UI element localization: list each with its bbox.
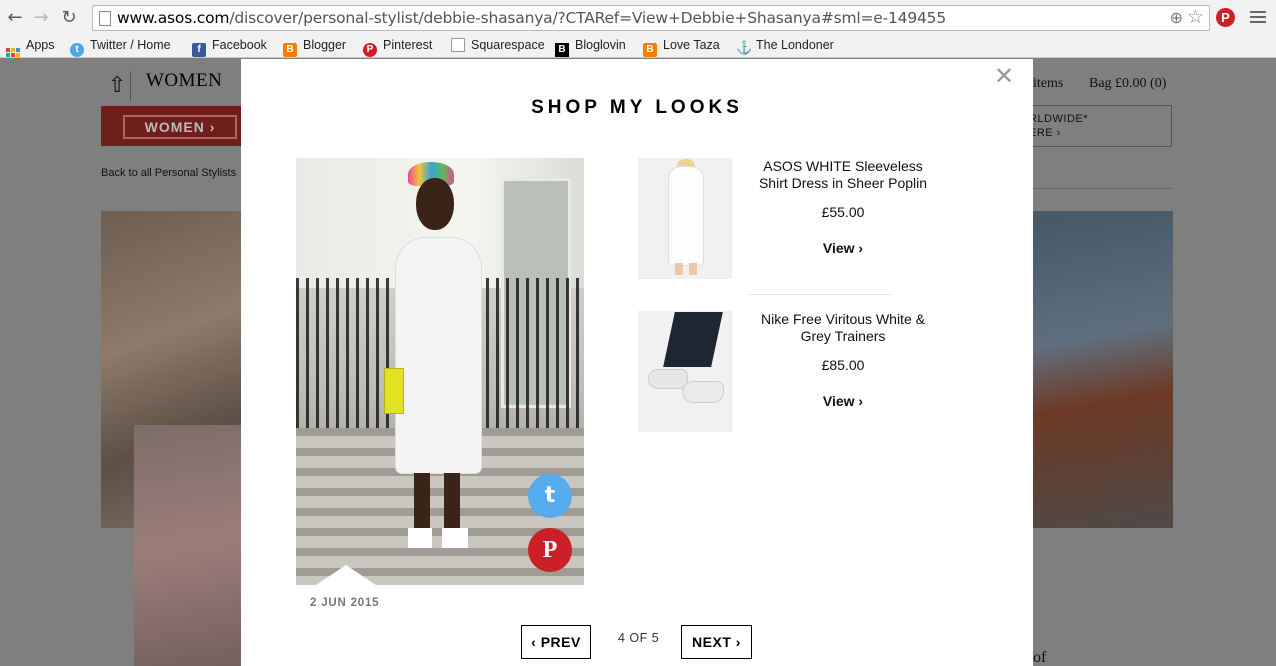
look-photo: t P	[296, 158, 584, 585]
twitter-share-icon[interactable]: t	[528, 474, 572, 518]
shop-my-looks-modal: ✕ SHOP MY LOOKS t P 2 JUN 2015 ASOS WHIT…	[241, 59, 1033, 666]
next-button[interactable]: NEXT ›	[681, 625, 752, 659]
stylist-look-photo[interactable]	[134, 425, 241, 666]
bookmark-facebook[interactable]: f Facebook	[192, 38, 267, 57]
facebook-icon: f	[192, 43, 206, 57]
saved-items-link[interactable]: items	[1033, 76, 1063, 92]
page-counter: 4 OF 5	[618, 631, 660, 645]
bookmark-blogger[interactable]: B Blogger	[283, 38, 346, 57]
bookmark-label: Squarespace	[471, 38, 545, 52]
modal-title: SHOP MY LOOKS	[531, 97, 743, 118]
product-price: £85.00	[821, 357, 865, 373]
bookmark-the-londoner[interactable]: ⚓ The Londoner	[736, 38, 834, 55]
back-to-stylists-link[interactable]: Back to all Personal Stylists	[101, 167, 236, 179]
view-product-button[interactable]: View ›	[823, 393, 863, 409]
bag-link[interactable]: Bag £0.00 (0)	[1089, 76, 1166, 92]
pinterest-share-icon[interactable]: P	[528, 528, 572, 572]
blogger-icon: B	[643, 43, 657, 57]
browser-menu-icon[interactable]	[1250, 8, 1266, 26]
women-button[interactable]: WOMEN ›	[123, 115, 237, 139]
browser-chrome: ← → ↻ www.asos.com/discover/personal-sty…	[0, 0, 1276, 62]
bookmark-twitter[interactable]: t Twitter / Home	[70, 38, 171, 57]
url-domain: www.asos.com	[117, 9, 230, 27]
bookmark-label: The Londoner	[756, 38, 834, 52]
url-path: /discover/personal-stylist/debbie-shasan…	[229, 9, 946, 27]
bookmark-love-taza[interactable]: B Love Taza	[643, 38, 720, 57]
close-icon[interactable]: ✕	[994, 63, 1014, 89]
prev-button[interactable]: ‹ PREV	[521, 625, 591, 659]
product-item: ASOS WHITE Sleeveless Shirt Dress in She…	[638, 158, 938, 279]
trailing-text: of	[1033, 649, 1047, 666]
bookmark-label: Bloglovin	[575, 38, 626, 52]
product-thumbnail[interactable]	[638, 158, 732, 279]
bookmark-label: Twitter / Home	[90, 38, 171, 52]
women-banner[interactable]: WOMEN ›	[101, 106, 241, 146]
bookmark-squarespace[interactable]: Squarespace	[451, 38, 545, 52]
address-bar[interactable]: www.asos.com/discover/personal-stylist/d…	[92, 5, 1210, 31]
product-item: Nike Free Viritous White & Grey Trainers…	[638, 311, 938, 432]
bookmarks-bar: Apps t Twitter / Home f Facebook B Blogger …	[0, 36, 1276, 62]
look-date: 2 JUN 2015	[310, 597, 380, 609]
worldwide-line-1: RLDWIDE*	[1029, 113, 1089, 125]
product-name[interactable]: ASOS WHITE Sleeveless Shirt Dress in She…	[748, 158, 938, 192]
nav-divider	[130, 71, 131, 101]
worldwide-line-2: ERE ›	[1029, 127, 1061, 139]
pinterest-icon: P	[363, 43, 377, 57]
product-divider	[749, 294, 891, 295]
back-arrow-icon[interactable]: ←	[4, 7, 26, 29]
bookmark-label: Love Taza	[663, 38, 720, 52]
view-product-button[interactable]: View ›	[823, 240, 863, 256]
bookmark-bloglovin[interactable]: B Bloglovin	[555, 38, 626, 57]
page-icon	[451, 38, 465, 52]
bookmark-label: Facebook	[212, 38, 267, 52]
bookmark-label: Blogger	[303, 38, 347, 52]
twitter-icon: t	[70, 43, 84, 57]
product-price: £55.00	[821, 204, 865, 220]
product-thumbnail[interactable]	[638, 311, 732, 432]
bookmark-label: Pinterest	[383, 38, 433, 52]
worldwide-delivery-banner[interactable]: RLDWIDE* ERE ›	[1022, 105, 1172, 147]
pinterest-extension-icon[interactable]: P	[1216, 8, 1235, 27]
zoom-icon[interactable]: ⊕	[1170, 8, 1183, 28]
bookmark-label: Apps	[26, 38, 55, 52]
forward-arrow-icon[interactable]: →	[30, 7, 52, 29]
bookmark-star-icon[interactable]: ☆	[1187, 6, 1204, 29]
nav-women-link[interactable]: WOMEN	[146, 70, 222, 92]
page-icon	[99, 11, 111, 26]
photo-pointer	[316, 565, 376, 585]
stylist-look-photo[interactable]	[1033, 211, 1173, 528]
anchor-icon: ⚓	[736, 40, 753, 55]
url-text[interactable]: www.asos.com/discover/personal-stylist/d…	[117, 9, 946, 27]
reload-icon[interactable]: ↻	[58, 7, 80, 29]
product-name[interactable]: Nike Free Viritous White & Grey Trainers	[748, 311, 938, 345]
bookmark-pinterest[interactable]: P Pinterest	[363, 38, 432, 57]
home-icon[interactable]: ⇧	[108, 73, 126, 98]
blogger-icon: B	[283, 43, 297, 57]
bloglovin-icon: B	[555, 43, 569, 57]
page-divider	[1033, 188, 1172, 189]
